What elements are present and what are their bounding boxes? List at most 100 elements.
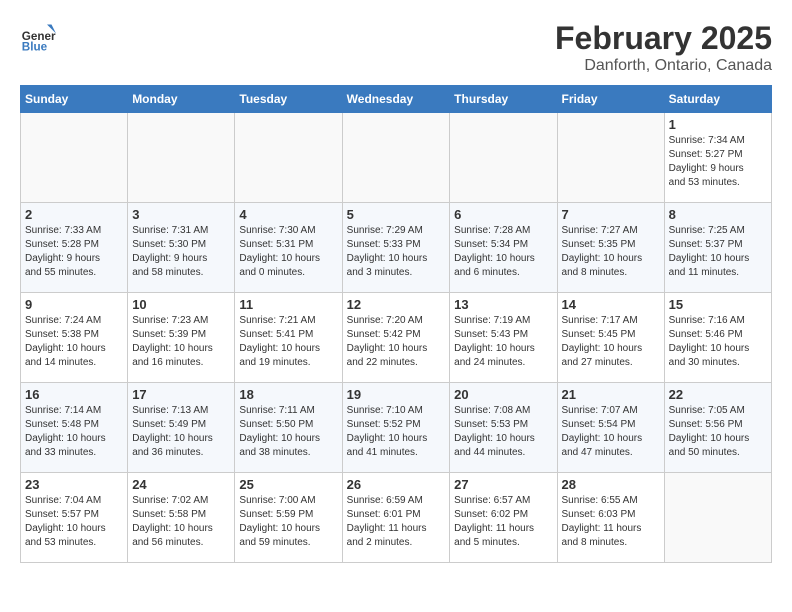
day-info: Sunrise: 7:13 AM Sunset: 5:49 PM Dayligh… bbox=[132, 404, 230, 460]
day-number: 21 bbox=[562, 387, 660, 402]
calendar-cell: 15Sunrise: 7:16 AM Sunset: 5:46 PM Dayli… bbox=[664, 293, 771, 383]
day-number: 13 bbox=[454, 297, 552, 312]
weekday-header: Thursday bbox=[450, 86, 557, 113]
day-info: Sunrise: 7:07 AM Sunset: 5:54 PM Dayligh… bbox=[562, 404, 660, 460]
day-number: 1 bbox=[669, 117, 767, 132]
day-info: Sunrise: 6:57 AM Sunset: 6:02 PM Dayligh… bbox=[454, 494, 552, 550]
calendar-cell bbox=[557, 113, 664, 203]
calendar-week-row: 1 Sunrise: 7:34 AM Sunset: 5:27 PM Daylig… bbox=[21, 113, 772, 203]
calendar-week-row: 9 Sunrise: 7:24 AM Sunset: 5:38 PM Daylig… bbox=[21, 293, 772, 383]
weekday-header: Sunday bbox=[21, 86, 128, 113]
day-info: Sunrise: 6:59 AM Sunset: 6:01 PM Dayligh… bbox=[347, 494, 446, 550]
day-number: 24 bbox=[132, 477, 230, 492]
day-info: Sunrise: 7:17 AM Sunset: 5:45 PM Dayligh… bbox=[562, 314, 660, 370]
day-number: 28 bbox=[562, 477, 660, 492]
calendar-cell: 11 Sunrise: 7:21 AM Sunset: 5:41 PM Dayli… bbox=[235, 293, 342, 383]
day-number: 12 bbox=[347, 297, 446, 312]
calendar-week-row: 16Sunrise: 7:14 AM Sunset: 5:48 PM Dayli… bbox=[21, 383, 772, 473]
day-number: 14 bbox=[562, 297, 660, 312]
calendar-cell: 12Sunrise: 7:20 AM Sunset: 5:42 PM Dayli… bbox=[342, 293, 450, 383]
day-number: 11 bbox=[239, 297, 337, 312]
calendar-cell bbox=[342, 113, 450, 203]
weekday-header: Friday bbox=[557, 86, 664, 113]
calendar-cell: 6 Sunrise: 7:28 AM Sunset: 5:34 PM Daylig… bbox=[450, 203, 557, 293]
day-number: 20 bbox=[454, 387, 552, 402]
day-number: 2 bbox=[25, 207, 123, 222]
calendar-cell: 25 Sunrise: 7:00 AM Sunset: 5:59 PM Dayli… bbox=[235, 473, 342, 563]
day-info: Sunrise: 7:25 AM Sunset: 5:37 PM Dayligh… bbox=[669, 224, 767, 280]
day-info: Sunrise: 7:29 AM Sunset: 5:33 PM Dayligh… bbox=[347, 224, 446, 280]
calendar-cell: 28 Sunrise: 6:55 AM Sunset: 6:03 PM Dayli… bbox=[557, 473, 664, 563]
calendar-cell: 14 Sunrise: 7:17 AM Sunset: 5:45 PM Dayli… bbox=[557, 293, 664, 383]
day-number: 22 bbox=[669, 387, 767, 402]
calendar-cell: 16Sunrise: 7:14 AM Sunset: 5:48 PM Dayli… bbox=[21, 383, 128, 473]
title-block: February 2025 Danforth, Ontario, Canada bbox=[555, 20, 772, 75]
calendar-cell: 2 Sunrise: 7:33 AM Sunset: 5:28 PM Daylig… bbox=[21, 203, 128, 293]
day-info: Sunrise: 7:11 AM Sunset: 5:50 PM Dayligh… bbox=[239, 404, 337, 460]
day-info: Sunrise: 7:05 AM Sunset: 5:56 PM Dayligh… bbox=[669, 404, 767, 460]
logo: General Blue bbox=[20, 20, 56, 56]
calendar-cell: 23Sunrise: 7:04 AM Sunset: 5:57 PM Dayli… bbox=[21, 473, 128, 563]
calendar-cell bbox=[664, 473, 771, 563]
calendar-cell: 21 Sunrise: 7:07 AM Sunset: 5:54 PM Dayli… bbox=[557, 383, 664, 473]
day-number: 5 bbox=[347, 207, 446, 222]
day-info: Sunrise: 7:02 AM Sunset: 5:58 PM Dayligh… bbox=[132, 494, 230, 550]
month-title: February 2025 bbox=[555, 20, 772, 57]
calendar-cell: 4Sunrise: 7:30 AM Sunset: 5:31 PM Daylig… bbox=[235, 203, 342, 293]
calendar-cell bbox=[450, 113, 557, 203]
calendar-cell: 26Sunrise: 6:59 AM Sunset: 6:01 PM Dayli… bbox=[342, 473, 450, 563]
day-number: 10 bbox=[132, 297, 230, 312]
day-info: Sunrise: 7:21 AM Sunset: 5:41 PM Dayligh… bbox=[239, 314, 337, 370]
day-number: 9 bbox=[25, 297, 123, 312]
calendar-cell: 9 Sunrise: 7:24 AM Sunset: 5:38 PM Daylig… bbox=[21, 293, 128, 383]
day-number: 8 bbox=[669, 207, 767, 222]
day-info: Sunrise: 6:55 AM Sunset: 6:03 PM Dayligh… bbox=[562, 494, 660, 550]
day-number: 3 bbox=[132, 207, 230, 222]
calendar-cell: 1 Sunrise: 7:34 AM Sunset: 5:27 PM Daylig… bbox=[664, 113, 771, 203]
day-number: 7 bbox=[562, 207, 660, 222]
weekday-header: Tuesday bbox=[235, 86, 342, 113]
calendar-header-row: SundayMondayTuesdayWednesdayThursdayFrid… bbox=[21, 86, 772, 113]
calendar-cell: 18 Sunrise: 7:11 AM Sunset: 5:50 PM Dayli… bbox=[235, 383, 342, 473]
day-info: Sunrise: 7:28 AM Sunset: 5:34 PM Dayligh… bbox=[454, 224, 552, 280]
day-info: Sunrise: 7:31 AM Sunset: 5:30 PM Dayligh… bbox=[132, 224, 230, 280]
day-number: 6 bbox=[454, 207, 552, 222]
calendar-cell: 19 Sunrise: 7:10 AM Sunset: 5:52 PM Dayli… bbox=[342, 383, 450, 473]
day-info: Sunrise: 7:33 AM Sunset: 5:28 PM Dayligh… bbox=[25, 224, 123, 280]
day-number: 17 bbox=[132, 387, 230, 402]
calendar-cell: 17 Sunrise: 7:13 AM Sunset: 5:49 PM Dayli… bbox=[128, 383, 235, 473]
day-info: Sunrise: 7:24 AM Sunset: 5:38 PM Dayligh… bbox=[25, 314, 123, 370]
calendar-cell bbox=[128, 113, 235, 203]
location: Danforth, Ontario, Canada bbox=[555, 57, 772, 75]
calendar-cell: 3 Sunrise: 7:31 AM Sunset: 5:30 PM Daylig… bbox=[128, 203, 235, 293]
calendar-cell: 7Sunrise: 7:27 AM Sunset: 5:35 PM Daylig… bbox=[557, 203, 664, 293]
calendar-cell bbox=[235, 113, 342, 203]
day-number: 19 bbox=[347, 387, 446, 402]
day-number: 27 bbox=[454, 477, 552, 492]
calendar-cell: 8 Sunrise: 7:25 AM Sunset: 5:37 PM Daylig… bbox=[664, 203, 771, 293]
calendar-cell: 13 Sunrise: 7:19 AM Sunset: 5:43 PM Dayli… bbox=[450, 293, 557, 383]
day-info: Sunrise: 7:14 AM Sunset: 5:48 PM Dayligh… bbox=[25, 404, 123, 460]
weekday-header: Wednesday bbox=[342, 86, 450, 113]
day-info: Sunrise: 7:08 AM Sunset: 5:53 PM Dayligh… bbox=[454, 404, 552, 460]
day-number: 23 bbox=[25, 477, 123, 492]
day-info: Sunrise: 7:34 AM Sunset: 5:27 PM Dayligh… bbox=[669, 134, 767, 190]
svg-text:Blue: Blue bbox=[22, 41, 48, 54]
day-number: 4 bbox=[239, 207, 337, 222]
day-info: Sunrise: 7:00 AM Sunset: 5:59 PM Dayligh… bbox=[239, 494, 337, 550]
calendar-cell: 5 Sunrise: 7:29 AM Sunset: 5:33 PM Daylig… bbox=[342, 203, 450, 293]
weekday-header: Monday bbox=[128, 86, 235, 113]
day-number: 25 bbox=[239, 477, 337, 492]
day-info: Sunrise: 7:10 AM Sunset: 5:52 PM Dayligh… bbox=[347, 404, 446, 460]
day-number: 18 bbox=[239, 387, 337, 402]
page-header: General Blue February 2025 Danforth, Ont… bbox=[20, 20, 772, 75]
calendar-cell bbox=[21, 113, 128, 203]
calendar-cell: 27 Sunrise: 6:57 AM Sunset: 6:02 PM Dayli… bbox=[450, 473, 557, 563]
calendar-cell: 10 Sunrise: 7:23 AM Sunset: 5:39 PM Dayli… bbox=[128, 293, 235, 383]
day-info: Sunrise: 7:19 AM Sunset: 5:43 PM Dayligh… bbox=[454, 314, 552, 370]
weekday-header: Saturday bbox=[664, 86, 771, 113]
logo-icon: General Blue bbox=[20, 20, 56, 56]
calendar-cell: 24 Sunrise: 7:02 AM Sunset: 5:58 PM Dayli… bbox=[128, 473, 235, 563]
calendar-cell: 22 Sunrise: 7:05 AM Sunset: 5:56 PM Dayli… bbox=[664, 383, 771, 473]
day-info: Sunrise: 7:23 AM Sunset: 5:39 PM Dayligh… bbox=[132, 314, 230, 370]
